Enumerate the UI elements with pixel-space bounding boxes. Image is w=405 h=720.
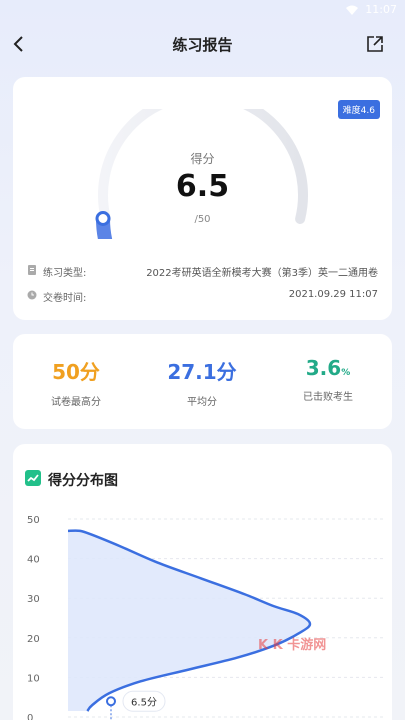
y-tick-label: 10 <box>27 673 40 684</box>
submit-time-value: 2021.09.29 11:07 <box>288 289 378 300</box>
share-icon[interactable] <box>365 34 385 54</box>
average-score-label: 平均分 <box>187 397 217 408</box>
average-score-value: 27.1分 <box>167 360 237 384</box>
distribution-card: 得分分布图 0 10 20 30 40 50 6.5分 K K 卡游网 <box>13 444 392 720</box>
status-time: 11:07 <box>365 3 397 16</box>
stat-max-score: 50分 试卷最高分 <box>16 356 136 408</box>
stat-average-score: 27.1分 平均分 <box>142 356 262 408</box>
y-tick-label: 50 <box>27 515 40 526</box>
score-card: 难度4.6 得分 6.5 /50 练习类型: 2022考研英语全新模考大赛（第3… <box>13 77 392 320</box>
clock-icon <box>27 290 37 300</box>
score-marker-label: 6.5分 <box>131 696 157 708</box>
practice-type-row: 练习类型: 2022考研英语全新模考大赛（第3季）英一二通用卷 <box>27 263 378 279</box>
top-nav: 练习报告 <box>0 28 405 62</box>
document-icon <box>28 265 36 275</box>
max-score-value: 50分 <box>52 360 100 384</box>
submit-time-row: 交卷时间: 2021.09.29 11:07 <box>27 288 378 304</box>
status-bar: 11:07 <box>0 0 405 22</box>
y-tick-label: 20 <box>27 634 40 645</box>
page-title: 练习报告 <box>172 36 233 54</box>
score-label: 得分 <box>190 152 215 166</box>
practice-type-label: 练习类型: <box>43 268 87 279</box>
submit-time-label: 交卷时间: <box>43 293 87 304</box>
score-marker-dot <box>106 696 116 707</box>
beaten-value: 3.6% <box>305 356 351 380</box>
distribution-chart: 0 10 20 30 40 50 6.5分 <box>27 515 383 720</box>
score-total: /50 <box>194 214 211 225</box>
practice-type-value: 2022考研英语全新模考大赛（第3季）英一二通用卷 <box>146 268 378 279</box>
wifi-icon <box>346 5 358 15</box>
watermark-logo: K K 卡游网 <box>258 638 327 653</box>
stat-beaten: 3.6% 已击败考生 <box>268 356 388 403</box>
y-tick-label: 30 <box>27 594 40 605</box>
score-value: 6.5 <box>175 169 230 204</box>
beaten-label: 已击败考生 <box>303 392 353 403</box>
y-tick-label: 40 <box>27 555 40 566</box>
max-score-label: 试卷最高分 <box>51 397 101 408</box>
difficulty-badge: 难度4.6 <box>337 100 380 119</box>
stats-card: 50分 试卷最高分 27.1分 平均分 3.6% 已击败考生 <box>13 334 392 429</box>
distribution-area <box>68 530 310 712</box>
y-tick-label: 0 <box>27 713 33 720</box>
